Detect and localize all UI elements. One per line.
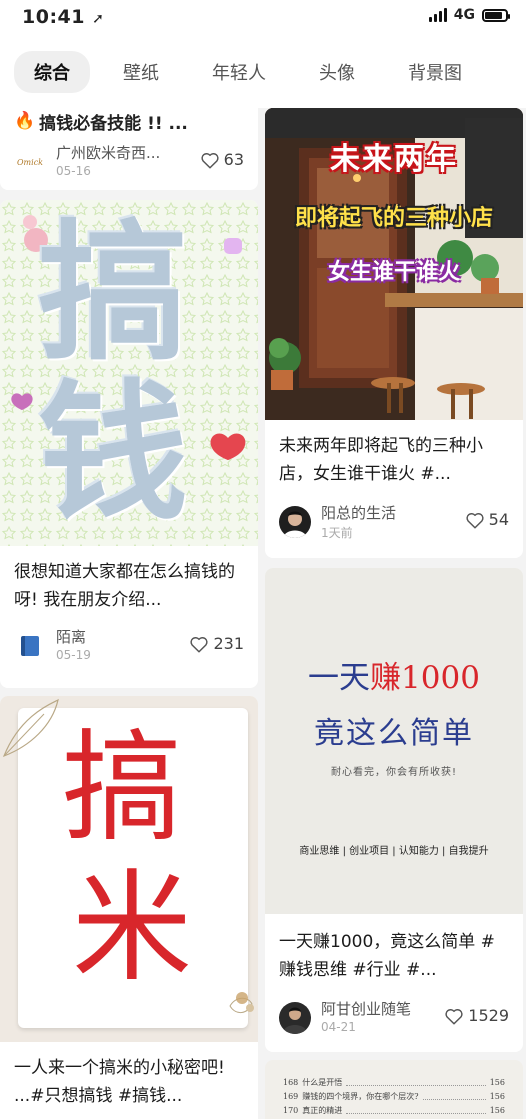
contents-row: 170 真正的精进 156 (283, 1104, 505, 1118)
cover-subtitle: 耐心看完，你会有所收获! (330, 767, 457, 778)
location-arrow-icon: ➚ (92, 11, 105, 27)
card-title-text: 搞钱必备技能 !! ... (39, 113, 188, 134)
book-icon (21, 636, 39, 656)
note-card-top-left[interactable]: 🔥 搞钱必备技能 !! ... Omick 广州欧米奇西... 05-16 63 (0, 108, 258, 190)
row-text: 赚钱的四个境界，你在哪个层次? (302, 1092, 419, 1101)
signal-icon (428, 8, 447, 22)
like-button[interactable]: 63 (200, 150, 244, 169)
cover-title-line2: 即将起飞的三种小店 (294, 206, 493, 231)
row-page: 156 (489, 1092, 505, 1101)
contents-list: 168 什么是开悟 156 169 赚钱的四个境界，你在哪个层次? 156 17… (265, 1060, 523, 1118)
cover-title-line1: 未来两年 (330, 142, 458, 177)
tab-young[interactable]: 年轻人 (192, 51, 286, 93)
card-meta: Omick 广州欧米奇西... 05-16 63 (0, 138, 258, 186)
tab-zonghe[interactable]: 综合 (14, 51, 90, 93)
post-date: 05-16 (56, 164, 91, 178)
note-card-shop[interactable]: 未来两年 即将起飞的三种小店 女生谁干谁火 未来两年即将起飞的三种小店，女生谁干… (265, 108, 523, 558)
tab-wallpaper[interactable]: 壁纸 (103, 51, 179, 93)
status-time-text: 10:41 (22, 6, 85, 28)
contents-row: 169 赚钱的四个境界，你在哪个层次? 156 (283, 1090, 505, 1104)
status-time: 10:41 ➚ (22, 6, 104, 28)
contents-row: 168 什么是开悟 156 (283, 1076, 505, 1090)
avatar[interactable] (279, 506, 311, 538)
card-title: 🔥 搞钱必备技能 !! ... (0, 108, 258, 138)
row-text: 真正的精进 (302, 1106, 343, 1115)
fire-icon: 🔥 (14, 111, 36, 131)
tab-avatar[interactable]: 头像 (299, 51, 375, 93)
cover-title-highlight: 赚 (370, 660, 402, 696)
like-button[interactable]: 231 (189, 634, 244, 653)
tab-background[interactable]: 背景图 (388, 51, 482, 93)
card-title: 一天赚1000，竟这么简单 #赚钱思维 #行业 #... (279, 932, 495, 980)
heart-icon (190, 636, 209, 653)
card-cover: 搞钱 (0, 200, 258, 546)
cover-title-bottom: 米 (72, 859, 192, 998)
row-page: 156 (489, 1106, 505, 1115)
feed: 🔥 搞钱必备技能 !! ... Omick 广州欧米奇西... 05-16 63 (0, 108, 526, 1119)
note-card-rice[interactable]: 搞 米 一人来一个搞米的小秘密吧! ...#只想搞钱 #搞钱... (0, 696, 258, 1119)
row-number: 170 (283, 1106, 299, 1115)
avatar[interactable]: Omick (14, 146, 46, 178)
row-page: 156 (489, 1078, 505, 1087)
battery-icon (482, 8, 510, 22)
card-meta: 阳总的生活 1天前 54 (265, 498, 523, 546)
cover-tags: 商业思维 | 创业项目 | 认知能力 | 自我提升 (299, 846, 489, 857)
like-count: 54 (488, 510, 509, 529)
note-card-earn[interactable]: 一天赚1000 竟这么简单 耐心看完，你会有所收获! 商业思维 | 创业项目 |… (265, 568, 523, 1052)
heart-icon (201, 152, 219, 169)
category-tabs: 综合 壁纸 年轻人 头像 背景图 (0, 36, 526, 108)
card-meta: 阿甘创业随笔 04-21 1529 (265, 994, 523, 1042)
like-count: 63 (223, 150, 244, 169)
author-name[interactable]: 阿甘创业随笔 (321, 998, 411, 1019)
cover-title: 搞钱 (38, 207, 188, 541)
cover-title-line1: 一天赚1000 (265, 652, 523, 697)
avatar-logo-text: Omick (16, 157, 44, 167)
person-avatar-icon (282, 1007, 308, 1034)
cover-title-number: 1000 (401, 660, 480, 696)
card-meta: 陌离 05-19 231 (0, 622, 258, 670)
card-title: 一人来一个搞米的小秘密吧! ...#只想搞钱 #搞钱... (14, 1058, 225, 1106)
card-title: 未来两年即将起飞的三种小店，女生谁干谁火 #... (279, 436, 483, 484)
post-date: 04-21 (321, 1020, 356, 1034)
battery-fill (485, 11, 502, 19)
post-date: 1天前 (321, 526, 353, 540)
app-screen: 10:41 ➚ 4G 综合 壁纸 年轻人 头像 背景图 🔥 搞钱必备技能 !! … (0, 0, 526, 1119)
row-number: 169 (283, 1092, 299, 1101)
row-number: 168 (283, 1078, 299, 1087)
status-indicators: 4G (428, 7, 510, 23)
author-name[interactable]: 陌离 (56, 626, 86, 647)
like-count: 231 (213, 634, 244, 653)
card-cover: 一天赚1000 竟这么简单 耐心看完，你会有所收获! 商业思维 | 创业项目 |… (265, 568, 523, 914)
author-name[interactable]: 阳总的生活 (321, 502, 396, 523)
note-card-list[interactable]: 168 什么是开悟 156 169 赚钱的四个境界，你在哪个层次? 156 17… (265, 1060, 523, 1119)
card-cover: 未来两年 即将起飞的三种小店 女生谁干谁火 (265, 108, 523, 420)
like-button[interactable]: 1529 (444, 1006, 509, 1025)
card-cover: 搞 米 (0, 696, 258, 1042)
cover-title-line2: 竟这么简单 (314, 716, 474, 751)
author-name[interactable]: 广州欧米奇西... (56, 142, 160, 163)
note-card-money[interactable]: 搞钱 很想知道大家都在怎么搞钱的呀! 我在朋友介绍... 陌离 05-19 23… (0, 200, 258, 688)
network-label: 4G (453, 7, 475, 23)
avatar[interactable] (279, 1002, 311, 1034)
cover-title-line3: 女生谁干谁火 (327, 260, 460, 285)
heart-icon (445, 1008, 463, 1025)
post-date: 05-19 (56, 648, 91, 662)
status-bar: 10:41 ➚ 4G (0, 0, 526, 36)
row-text: 什么是开悟 (302, 1078, 343, 1087)
person-avatar-icon (283, 511, 307, 538)
card-title: 很想知道大家都在怎么搞钱的呀! 我在朋友介绍... (14, 562, 235, 610)
avatar[interactable] (14, 630, 46, 662)
like-count: 1529 (468, 1006, 509, 1025)
cover-title-part: 一天 (308, 660, 371, 696)
heart-icon (466, 512, 484, 529)
cover-title-top: 搞 (62, 719, 182, 858)
like-button[interactable]: 54 (465, 510, 509, 529)
